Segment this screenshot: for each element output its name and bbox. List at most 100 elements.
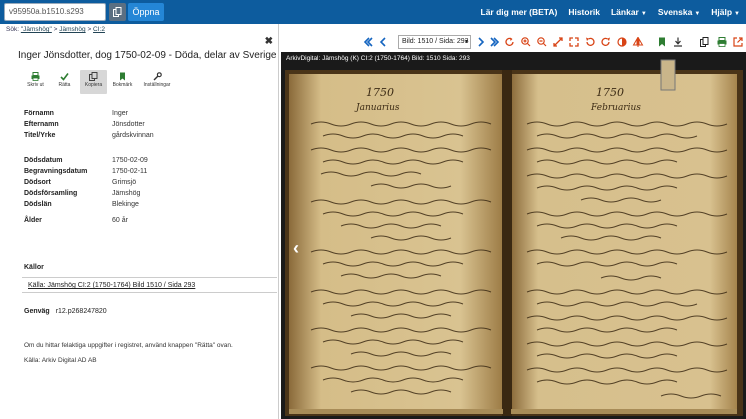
copy-label: Kopiera bbox=[84, 82, 103, 88]
search-input[interactable]: v95950a.b1510.s293 bbox=[4, 3, 106, 21]
field-label: Förnamn bbox=[24, 110, 54, 117]
wrench-icon bbox=[153, 72, 162, 81]
zoom-out-icon[interactable] bbox=[537, 37, 547, 47]
zoom-in-icon[interactable] bbox=[521, 37, 531, 47]
shortcut-row: Genväg r12.p268247820 bbox=[24, 308, 107, 315]
nav-links-menu[interactable]: Länkar ▼ bbox=[611, 7, 647, 17]
right-page-month: Februarius bbox=[590, 103, 641, 113]
chevron-left-icon[interactable]: ‹ bbox=[293, 238, 299, 259]
open-button[interactable]: Öppna bbox=[128, 3, 164, 21]
prev-page-icon[interactable] bbox=[379, 37, 386, 47]
fullscreen-icon[interactable] bbox=[569, 37, 579, 47]
breadcrumb-parish-link[interactable]: Jämshög bbox=[59, 26, 85, 33]
field-label: Efternamn bbox=[24, 121, 59, 128]
settings-label: Inställningar bbox=[143, 82, 171, 88]
left-page-month: Januarius bbox=[354, 103, 400, 113]
nav-learn-more[interactable]: Lär dig mer (BETA) bbox=[481, 7, 558, 17]
rotate-right-icon[interactable] bbox=[601, 37, 610, 46]
refresh-icon[interactable] bbox=[505, 37, 514, 46]
print-button[interactable]: Skriv ut bbox=[22, 70, 49, 94]
fit-icon[interactable] bbox=[553, 37, 563, 47]
right-page-year: 1750 bbox=[596, 86, 624, 99]
print-image-icon[interactable] bbox=[717, 37, 727, 47]
first-page-icon[interactable] bbox=[363, 37, 373, 47]
correct-button[interactable]: Rätta bbox=[51, 70, 78, 94]
page-select-value: Bild: 1510 / Sida: 293 bbox=[402, 38, 469, 45]
next-page-icon[interactable] bbox=[478, 37, 485, 47]
adjust-icon[interactable] bbox=[617, 37, 627, 47]
breadcrumb-prefix: Sök: bbox=[6, 26, 20, 33]
bookmark-label: Bokmärk bbox=[112, 82, 133, 88]
source-credit: Källa: Arkiv Digital AD AB bbox=[24, 357, 97, 364]
copy-icon bbox=[113, 7, 122, 17]
field-value: gårdskvinnan bbox=[112, 132, 154, 139]
record-panel: Sök: "Jämshög" > Jämshög > CI:2 ✖ Inger … bbox=[0, 24, 279, 419]
shortcut-value[interactable]: r12.p268247820 bbox=[56, 308, 107, 315]
copy-icon bbox=[89, 72, 98, 81]
correct-label: Rätta bbox=[58, 82, 71, 88]
nav-links-label: Länkar bbox=[610, 7, 639, 17]
field-value: Jämshög bbox=[112, 190, 141, 197]
last-page-icon[interactable] bbox=[490, 37, 500, 47]
viewer-toolbar-icons bbox=[363, 37, 743, 47]
nav-language-menu[interactable]: Svenska ▼ bbox=[658, 7, 700, 17]
rotate-left-icon[interactable] bbox=[586, 37, 595, 46]
correction-note: Om du hittar felaktiga uppgifter i regis… bbox=[24, 342, 233, 349]
field-label: Dödsort bbox=[24, 179, 51, 186]
field-label: Dödsdatum bbox=[24, 157, 63, 164]
nav-history[interactable]: Historik bbox=[568, 7, 600, 17]
chevron-down-icon: ▼ bbox=[640, 11, 647, 17]
print-label: Skriv ut bbox=[27, 82, 44, 88]
bookmark-button[interactable]: Bokmärk bbox=[109, 70, 136, 94]
viewer-toolbar bbox=[280, 34, 746, 50]
field-label: Begravningsdatum bbox=[24, 168, 88, 175]
field-value: Inger bbox=[112, 110, 128, 117]
source-link[interactable]: Källa: Jämshög CI:2 (1750-1764) Bild 151… bbox=[28, 282, 195, 289]
flip-icon[interactable] bbox=[632, 37, 644, 47]
printer-icon bbox=[31, 72, 40, 81]
record-toolbar: Skriv ut Rätta Kopiera Bokmärk Inställni… bbox=[22, 70, 176, 94]
viewer-caption: ArkivDigital: Jämshög (K) CI:2 (1750-176… bbox=[286, 55, 470, 62]
nav-help-menu[interactable]: Hjälp ▼ bbox=[711, 7, 740, 17]
field-value: Blekinge bbox=[112, 201, 139, 208]
field-value: Grimsjö bbox=[112, 179, 137, 186]
download-icon[interactable] bbox=[674, 37, 682, 47]
field-label: Titel/Yrke bbox=[24, 132, 56, 139]
field-value: 1750-02-11 bbox=[112, 168, 148, 175]
copy-image-icon[interactable] bbox=[700, 37, 709, 47]
field-value: 1750-02-09 bbox=[112, 157, 148, 164]
copy-link-button[interactable] bbox=[109, 3, 126, 21]
sources-box: Källa: Jämshög CI:2 (1750-1764) Bild 151… bbox=[22, 277, 277, 293]
chevron-down-icon: ▼ bbox=[734, 11, 740, 17]
copy-button[interactable]: Kopiera bbox=[80, 70, 107, 94]
chevron-down-icon: ▼ bbox=[694, 11, 701, 17]
breadcrumb-search-link[interactable]: "Jämshög" bbox=[21, 26, 52, 33]
bookmark-icon bbox=[120, 72, 125, 81]
bookmark-image-icon[interactable] bbox=[659, 37, 665, 47]
breadcrumb-separator: > bbox=[53, 26, 58, 33]
sources-heading: Källor bbox=[24, 264, 44, 271]
breadcrumb-volume-link[interactable]: CI:2 bbox=[93, 26, 105, 33]
ledger-scan-image: 1750 Januarius 1750 Februarius bbox=[285, 59, 743, 416]
nav-help-label: Hjälp bbox=[711, 7, 733, 17]
top-navbar: v95950a.b1510.s293 Öppna Lär dig mer (BE… bbox=[0, 0, 746, 24]
chevron-down-icon: ▾ bbox=[464, 39, 468, 45]
nav-links: Lär dig mer (BETA) Historik Länkar ▼ Sven… bbox=[481, 0, 741, 24]
breadcrumb-separator: > bbox=[87, 26, 92, 33]
settings-button[interactable]: Inställningar bbox=[138, 70, 176, 94]
page-select[interactable]: Bild: 1510 / Sida: 293 ▾ bbox=[398, 35, 471, 49]
field-label: Ålder bbox=[24, 217, 42, 224]
image-viewer[interactable]: 1750 Januarius 1750 Februarius ArkivDigi… bbox=[281, 52, 746, 419]
record-title: Inger Jönsdotter, dog 1750-02-09 - Döda,… bbox=[18, 50, 277, 61]
check-icon bbox=[60, 73, 69, 81]
field-label: Dödsförsamling bbox=[24, 190, 78, 197]
left-page-year: 1750 bbox=[366, 86, 394, 99]
field-value: Jönsdotter bbox=[112, 121, 145, 128]
close-icon[interactable]: ✖ bbox=[265, 36, 273, 47]
field-value: 60 år bbox=[112, 217, 128, 224]
breadcrumb: Sök: "Jämshög" > Jämshög > CI:2 bbox=[6, 26, 105, 33]
field-label: Dödslän bbox=[24, 201, 52, 208]
shortcut-label: Genväg bbox=[24, 308, 50, 315]
external-link-icon[interactable] bbox=[733, 37, 743, 47]
nav-language-label: Svenska bbox=[657, 7, 693, 17]
